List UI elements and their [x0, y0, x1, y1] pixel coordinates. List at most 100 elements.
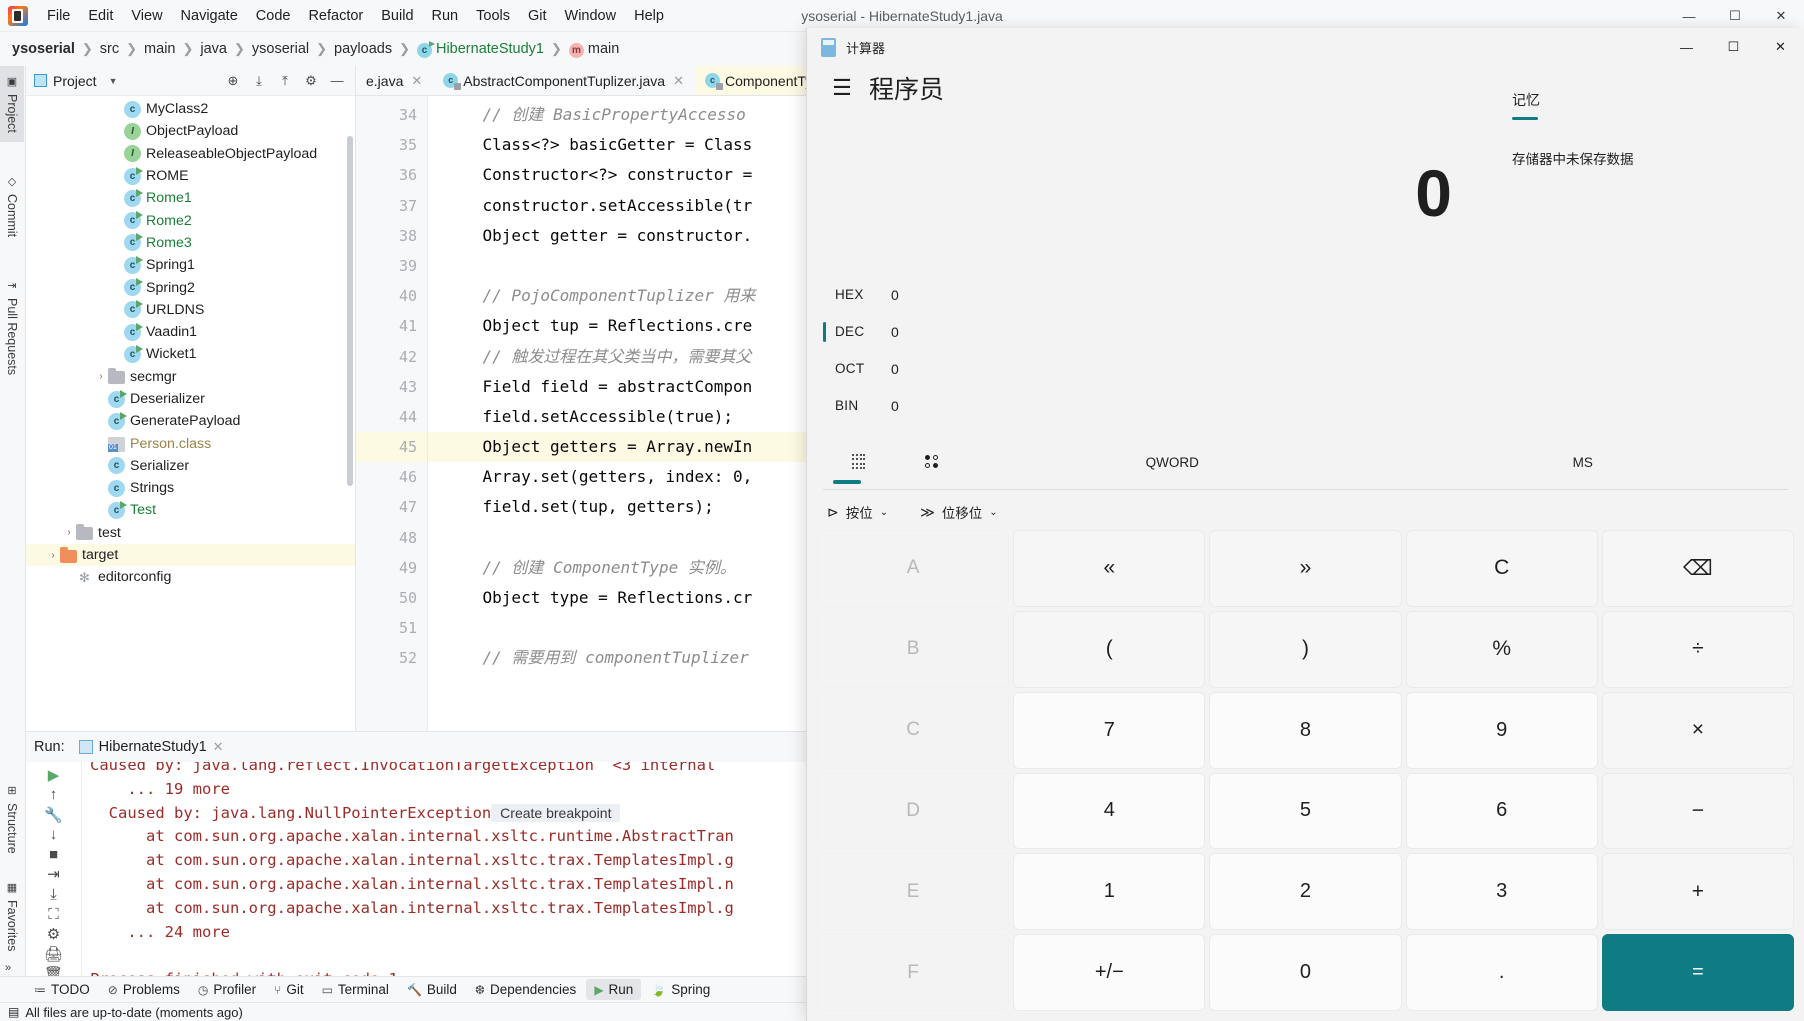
- breadcrumb-item-src[interactable]: src: [100, 41, 119, 57]
- tree-node-serializer[interactable]: c Serializer: [26, 455, 355, 477]
- menu-file[interactable]: File: [38, 4, 79, 28]
- tree-node-urldns[interactable]: c URLDNS: [26, 299, 355, 321]
- menu-edit[interactable]: Edit: [79, 4, 122, 28]
- menu-git[interactable]: Git: [519, 4, 556, 28]
- calc-key-sym[interactable]: ×: [1601, 691, 1794, 769]
- base-row-hex[interactable]: HEX 0: [823, 276, 1303, 313]
- editor-tab-e-java[interactable]: e.java ✕: [356, 66, 433, 95]
- calc-key-sym[interactable]: %: [1405, 610, 1598, 688]
- calc-key-sym[interactable]: ⌫: [1601, 530, 1794, 607]
- keypad-toggle[interactable]: [823, 440, 895, 484]
- calc-key-4[interactable]: 4: [1013, 772, 1206, 850]
- toolwindow-todo[interactable]: ≔ TODO: [26, 979, 98, 1000]
- toolwindow-terminal[interactable]: ▭ Terminal: [314, 979, 397, 1000]
- tree-node-spring2[interactable]: c Spring2: [26, 276, 355, 298]
- collapse-all-icon[interactable]: ⤒: [273, 69, 297, 93]
- calc-key-8[interactable]: 8: [1209, 691, 1402, 769]
- calc-key-1[interactable]: 1: [1013, 853, 1206, 931]
- base-row-dec[interactable]: DEC 0: [823, 313, 1303, 350]
- chevron-right-icon[interactable]: ›: [46, 550, 60, 561]
- hide-panel-icon[interactable]: —: [325, 69, 349, 93]
- sidebar-item-favorites[interactable]: ▦ Favorites: [0, 872, 24, 960]
- project-scrollbar[interactable]: [347, 136, 353, 486]
- calc-key-sym[interactable]: +/−: [1013, 934, 1206, 1011]
- calc-key-5[interactable]: 5: [1209, 772, 1402, 850]
- close-icon[interactable]: ✕: [673, 73, 684, 89]
- calc-key-sym[interactable]: ÷: [1601, 610, 1794, 688]
- tree-node-vaadin1[interactable]: c Vaadin1: [26, 321, 355, 343]
- calc-key-3[interactable]: 3: [1405, 853, 1598, 931]
- breadcrumb-item-payloads[interactable]: payloads: [334, 41, 392, 57]
- menu-window[interactable]: Window: [556, 4, 626, 28]
- breadcrumb-item-ysoserial[interactable]: ysoserial: [12, 41, 75, 57]
- word-size-button[interactable]: QWORD: [967, 440, 1378, 484]
- settings-icon[interactable]: ⚙: [39, 925, 69, 943]
- tree-node-rome[interactable]: c ROME: [26, 165, 355, 187]
- sidebar-item-structure[interactable]: ⊞ Structure: [0, 775, 24, 863]
- calc-key-sym[interactable]: =: [1601, 934, 1794, 1011]
- print-icon[interactable]: 🖨: [39, 945, 69, 963]
- memory-store-button[interactable]: MS: [1378, 440, 1789, 484]
- tree-node-rome2[interactable]: c Rome2: [26, 209, 355, 231]
- breadcrumb-item-hibernatestudy1[interactable]: c HibernateStudy1: [416, 40, 544, 58]
- calc-key-sym[interactable]: «: [1013, 530, 1206, 607]
- sidebar-item-pull-requests[interactable]: ⇥ Pull Requests: [0, 270, 24, 384]
- menu-refactor[interactable]: Refactor: [299, 4, 372, 28]
- hamburger-icon[interactable]: ☰: [823, 75, 861, 101]
- calc-key-2[interactable]: 2: [1209, 853, 1402, 931]
- close-icon[interactable]: ✕: [1757, 28, 1804, 66]
- calc-key-sym[interactable]: −: [1601, 772, 1794, 850]
- calc-key-sym[interactable]: (: [1013, 610, 1206, 688]
- tree-node-target[interactable]: › target: [26, 543, 355, 567]
- menu-code[interactable]: Code: [247, 4, 300, 28]
- menu-run[interactable]: Run: [423, 4, 468, 28]
- tree-node-test[interactable]: c Test: [26, 499, 355, 521]
- calc-key-0[interactable]: 0: [1209, 934, 1402, 1011]
- tree-node-myclass2[interactable]: c MyClass2: [26, 98, 355, 120]
- chevron-right-icon[interactable]: ›: [62, 527, 76, 538]
- tree-node-editorconfig[interactable]: ✻ editorconfig: [26, 566, 355, 588]
- menu-help[interactable]: Help: [625, 4, 673, 28]
- calc-key-9[interactable]: 9: [1405, 691, 1598, 769]
- camera-icon[interactable]: ⛶: [39, 905, 69, 923]
- breadcrumb-item-main[interactable]: m main: [568, 41, 619, 58]
- menu-navigate[interactable]: Navigate: [172, 4, 247, 28]
- breadcrumb-item-ysoserial[interactable]: ysoserial: [252, 41, 309, 57]
- calc-key-c[interactable]: C: [1405, 530, 1598, 607]
- bitshift-menu-button[interactable]: ≫ 位移位 ⌄: [916, 499, 1002, 525]
- chevron-down-icon[interactable]: ▼: [109, 76, 118, 86]
- tree-node-secmgr[interactable]: › secmgr: [26, 366, 355, 388]
- tree-node-generatepayload[interactable]: c GeneratePayload: [26, 410, 355, 432]
- menu-tools[interactable]: Tools: [467, 4, 519, 28]
- minimize-icon[interactable]: —: [1663, 28, 1710, 66]
- tree-node-spring1[interactable]: c Spring1: [26, 254, 355, 276]
- chevron-right-icon[interactable]: ›: [94, 371, 108, 382]
- run-configuration-tab[interactable]: HibernateStudy1 ✕: [78, 739, 224, 755]
- project-title[interactable]: Project ▼: [34, 73, 118, 89]
- calc-key-sym[interactable]: ): [1209, 610, 1402, 688]
- tree-node-rome1[interactable]: c Rome1: [26, 187, 355, 209]
- sidebar-item-project[interactable]: ▣ Project: [0, 66, 24, 142]
- menu-build[interactable]: Build: [372, 4, 422, 28]
- tree-node-rome3[interactable]: c Rome3: [26, 232, 355, 254]
- toolwindow-spring[interactable]: 🍃 Spring: [643, 979, 718, 1000]
- breadcrumb-item-main[interactable]: main: [144, 41, 175, 57]
- tree-node-person-class[interactable]: Person.class: [26, 432, 355, 454]
- close-icon[interactable]: ✕: [411, 73, 422, 89]
- tree-node-test[interactable]: › test: [26, 522, 355, 544]
- toolwindow-profiler[interactable]: ◷ Profiler: [190, 979, 264, 1000]
- bitwise-menu-button[interactable]: ⊳ 按位 ⌄: [823, 499, 892, 525]
- rerun-up-icon[interactable]: ↑: [39, 786, 69, 804]
- editor-tab-componentty[interactable]: c ComponentTy: [694, 66, 824, 95]
- calc-key-sym[interactable]: +: [1601, 853, 1794, 931]
- tree-node-deserializer[interactable]: c Deserializer: [26, 388, 355, 410]
- calc-key-7[interactable]: 7: [1013, 691, 1206, 769]
- calc-key-sym[interactable]: .: [1405, 934, 1598, 1011]
- settings-icon[interactable]: ⚙: [299, 69, 323, 93]
- menu-view[interactable]: View: [122, 4, 171, 28]
- tree-node-strings[interactable]: c Strings: [26, 477, 355, 499]
- toolwindow-run[interactable]: ▶ Run: [586, 979, 642, 1000]
- calc-key-6[interactable]: 6: [1405, 772, 1598, 850]
- soft-wrap-icon[interactable]: ⇥: [39, 865, 69, 883]
- toolwindow-build[interactable]: 🔨 Build: [399, 979, 465, 1000]
